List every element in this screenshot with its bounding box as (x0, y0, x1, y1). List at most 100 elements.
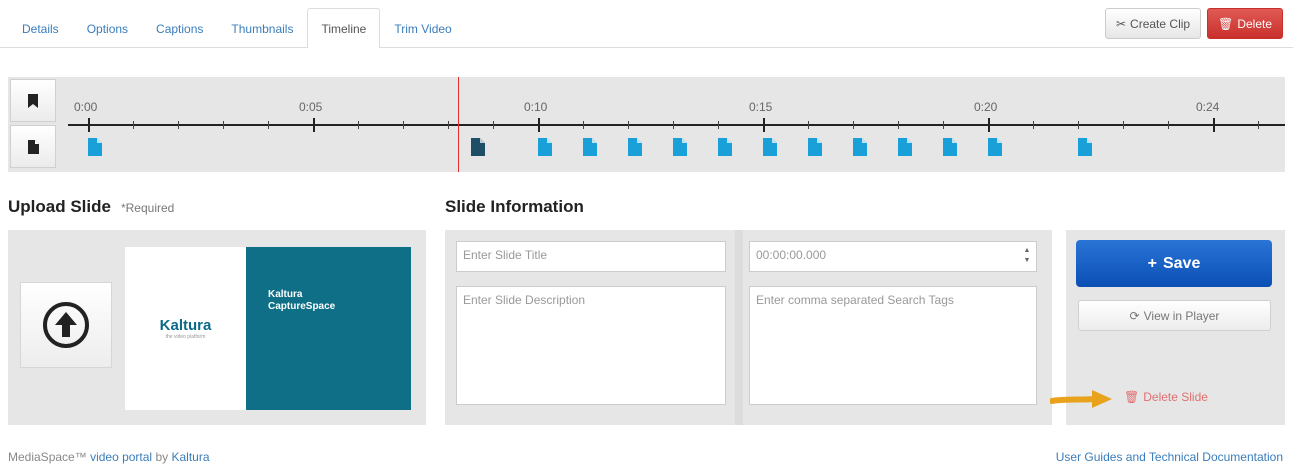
video-portal-link[interactable]: video portal (90, 450, 152, 464)
minor-tick (808, 121, 809, 129)
minor-tick (1258, 121, 1259, 129)
minor-tick (178, 121, 179, 129)
upload-arrow-icon (43, 302, 89, 348)
slide-button[interactable] (10, 125, 56, 168)
timeline-track[interactable]: 0:00 0:05 0:10 0:15 0:20 0:24 (66, 77, 1285, 172)
delete-button[interactable]: 🗑 Delete (1207, 8, 1283, 39)
user-guides-link[interactable]: User Guides and Technical Documentation (1056, 450, 1283, 464)
minor-tick (583, 121, 584, 129)
minor-tick (1033, 121, 1034, 129)
slide-marker[interactable] (1078, 138, 1092, 156)
tick-label: 0:20 (974, 100, 998, 114)
slide-marker[interactable] (583, 138, 597, 156)
tab-timeline[interactable]: Timeline (307, 8, 381, 48)
major-tick (988, 118, 990, 132)
minor-tick (493, 121, 494, 129)
view-in-player-label: View in Player (1143, 308, 1220, 323)
slide-marker[interactable] (470, 138, 485, 156)
slide-time-input[interactable]: 00:00:00.000 ▲ ▼ (749, 241, 1037, 272)
slide-marker[interactable] (88, 138, 102, 156)
tick-label: 0:10 (524, 100, 548, 114)
thumbnail-title-line2: CaptureSpace (268, 301, 336, 312)
slide-description-textarea[interactable]: Enter Slide Description (456, 286, 726, 405)
slide-marker[interactable] (673, 138, 687, 156)
upload-slide-heading: Upload Slide *Required (8, 197, 174, 217)
playhead[interactable] (458, 77, 459, 172)
minor-tick (223, 121, 224, 129)
minor-tick (133, 121, 134, 129)
timeline: 0:00 0:05 0:10 0:15 0:20 0:24 (8, 77, 1285, 172)
major-tick (313, 118, 315, 132)
slide-marker[interactable] (718, 138, 732, 156)
minor-tick (943, 121, 944, 129)
trash-icon: 🗑 (1218, 16, 1234, 31)
minor-tick (673, 121, 674, 129)
timeline-axis (68, 124, 1285, 126)
tab-options[interactable]: Options (73, 8, 142, 48)
tab-thumbnails[interactable]: Thumbnails (217, 8, 307, 48)
top-actions: ✂ Create Clip 🗑 Delete (1104, 8, 1283, 39)
slide-marker[interactable] (538, 138, 552, 156)
upload-slide-title: Upload Slide (8, 197, 111, 216)
tick-label: 0:00 (74, 100, 98, 114)
plus-icon: + (1147, 254, 1157, 272)
bookmark-icon (28, 93, 38, 108)
trash-icon: 🗑 (1124, 390, 1140, 404)
minor-tick (853, 121, 854, 129)
slide-information-heading: Slide Information (445, 197, 584, 216)
kaltura-logo-sub: the video platform (165, 334, 206, 340)
time-stepper[interactable]: ▲ ▼ (1022, 246, 1032, 268)
footer-brand: MediaSpace™ (8, 450, 87, 464)
major-tick (763, 118, 765, 132)
slide-marker[interactable] (628, 138, 642, 156)
slide-title-input[interactable]: Enter Slide Title (456, 241, 726, 272)
delete-slide-link[interactable]: 🗑 Delete Slide (1124, 390, 1208, 404)
tab-bar: Details Options Captions Thumbnails Time… (8, 8, 466, 48)
slide-info-panel: Enter Slide Title 00:00:00.000 ▲ ▼ Enter … (445, 230, 1052, 425)
pointer-arrow-icon (1050, 390, 1112, 408)
delete-slide-label: Delete Slide (1143, 390, 1208, 404)
create-clip-button[interactable]: ✂ Create Clip (1104, 8, 1202, 39)
slide-marker[interactable] (943, 138, 957, 156)
slide-marker[interactable] (898, 138, 912, 156)
minor-tick (1078, 121, 1079, 129)
tab-captions[interactable]: Captions (142, 8, 217, 48)
slide-marker[interactable] (763, 138, 777, 156)
kaltura-link[interactable]: Kaltura (171, 450, 209, 464)
required-note: *Required (120, 201, 175, 215)
minor-tick (628, 121, 629, 129)
search-tags-textarea[interactable]: Enter comma separated Search Tags (749, 286, 1037, 405)
thumbnail-title-area: Kaltura CaptureSpace (246, 247, 411, 410)
file-icon (27, 139, 39, 154)
slide-time-value: 00:00:00.000 (756, 248, 827, 262)
tab-trim-video[interactable]: Trim Video (380, 8, 465, 48)
slide-marker[interactable] (808, 138, 822, 156)
thumbnail-title-line1: Kaltura (268, 289, 303, 300)
minor-tick (1168, 121, 1169, 129)
delete-label: Delete (1237, 16, 1272, 31)
minor-tick (1123, 121, 1124, 129)
major-tick (88, 118, 90, 132)
major-tick (1213, 118, 1215, 132)
minor-tick (898, 121, 899, 129)
create-clip-label: Create Clip (1130, 16, 1191, 31)
save-button[interactable]: + Save (1076, 240, 1272, 287)
kaltura-logo: Kaltura (159, 317, 212, 334)
minor-tick (358, 121, 359, 129)
slide-marker[interactable] (988, 138, 1002, 156)
panel-divider (735, 230, 743, 425)
upload-button[interactable] (20, 282, 112, 368)
refresh-icon: ⟳ (1129, 308, 1140, 323)
timeline-controls (10, 77, 62, 172)
bookmark-button[interactable] (10, 79, 56, 122)
minor-tick (718, 121, 719, 129)
footer-by: by (155, 450, 169, 464)
save-label: Save (1162, 254, 1201, 272)
upload-panel: Kaltura the video platform Kaltura Captu… (8, 230, 426, 425)
minor-tick (268, 121, 269, 129)
slide-marker[interactable] (853, 138, 867, 156)
view-in-player-button[interactable]: ⟳ View in Player (1078, 300, 1271, 331)
tab-details[interactable]: Details (8, 8, 73, 48)
scissors-icon: ✂ (1115, 16, 1127, 31)
minor-tick (403, 121, 404, 129)
